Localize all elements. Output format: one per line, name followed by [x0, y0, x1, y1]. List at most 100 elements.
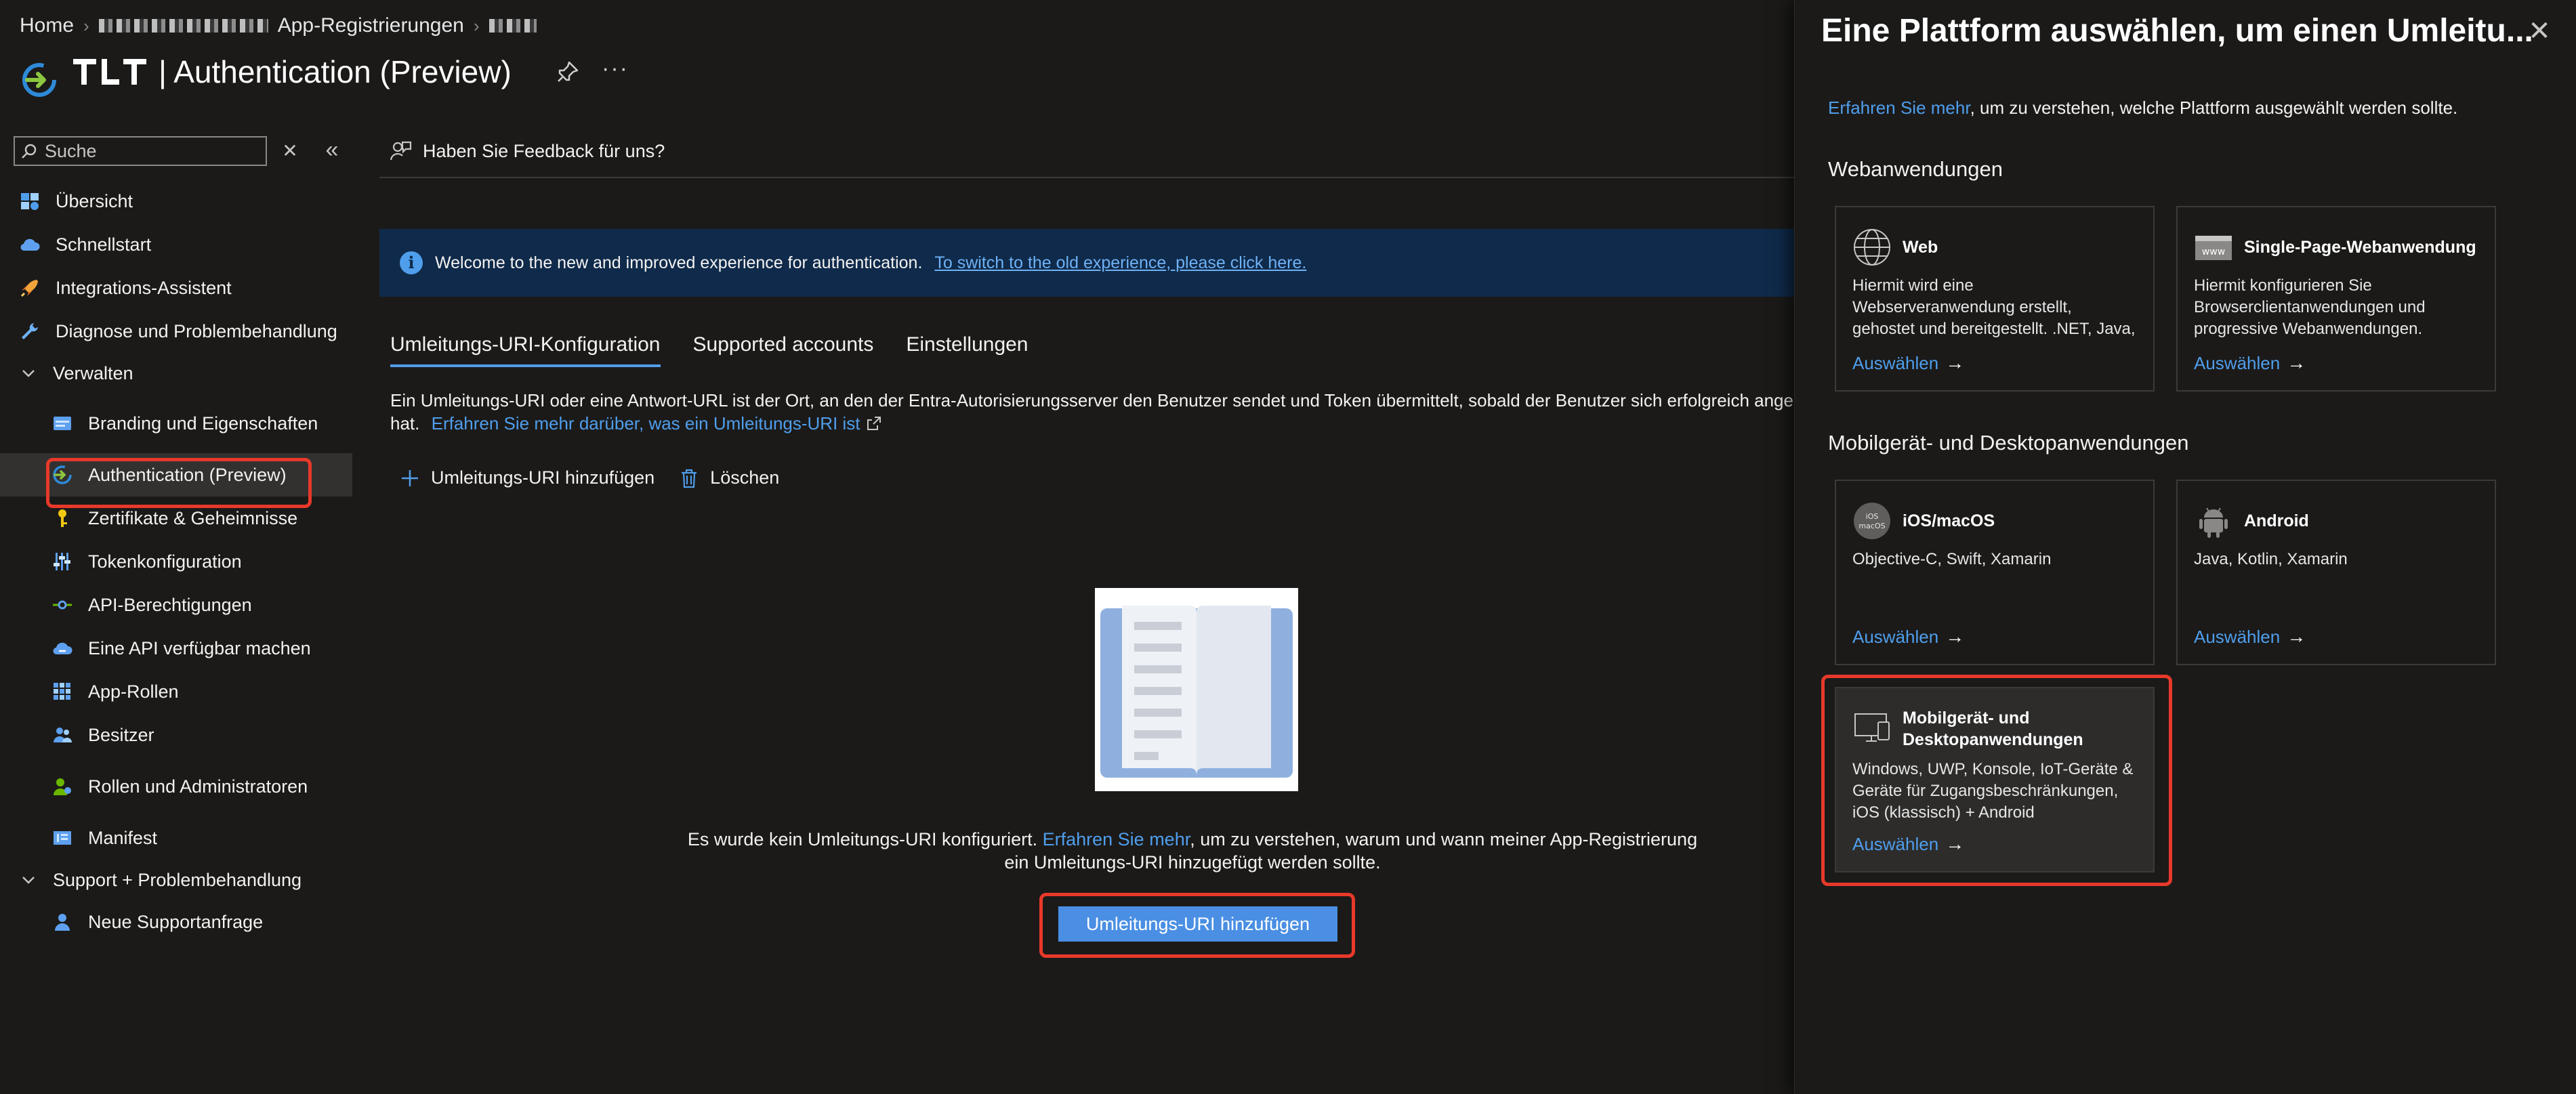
- section-web-applications: Webanwendungen: [1828, 157, 2003, 181]
- external-link-icon: [867, 417, 881, 430]
- svg-text:macOS: macOS: [1858, 522, 1885, 530]
- sidebar-item-label: Diagnose und Problembehandlung: [56, 321, 337, 341]
- sidebar-item-diagnose[interactable]: Diagnose und Problembehandlung: [0, 310, 352, 353]
- delete-command[interactable]: Löschen: [679, 467, 779, 488]
- panel-intro-text: , um zu verstehen, welche Plattform ausg…: [1970, 98, 2458, 118]
- chevron-down-icon: [22, 370, 35, 377]
- select-label: Auswählen: [2194, 352, 2281, 373]
- sidebar-item-label: Tokenkonfiguration: [88, 551, 242, 572]
- description-line-1: Ein Umleitungs-URI oder eine Antwort-URL…: [390, 390, 1804, 411]
- select-spa-link[interactable]: Auswählen →: [2194, 352, 2306, 374]
- cloud-icon: [20, 238, 40, 251]
- sidebar-item-certificates[interactable]: Zertifikate & Geheimnisse: [0, 497, 352, 540]
- plus-icon: [402, 469, 418, 486]
- redirect-uri-description: Ein Umleitungs-URI oder eine Antwort-URL…: [390, 389, 1804, 435]
- close-icon[interactable]: ✕: [2526, 18, 2553, 45]
- breadcrumb-home[interactable]: Home: [20, 14, 74, 37]
- redacted-tenant-name: [98, 19, 268, 33]
- sidebar-group-support[interactable]: Support + Problembehandlung: [0, 860, 352, 900]
- authentication-icon: [53, 465, 72, 484]
- svg-text:iOS: iOS: [1866, 512, 1879, 521]
- sidebar-item-roles-admins[interactable]: Rollen und Administratoren: [0, 757, 352, 816]
- empty-text-1: Es wurde kein Umleitungs-URI konfigurier…: [687, 829, 1038, 849]
- rocket-icon: [20, 280, 38, 297]
- learn-more-redirect-uri-link[interactable]: Erfahren Sie mehr darüber, was ein Umlei…: [432, 413, 860, 434]
- banner-switch-link[interactable]: To switch to the old experience, please …: [934, 253, 1306, 273]
- add-redirect-uri-command[interactable]: Umleitungs-URI hinzufügen: [400, 467, 655, 488]
- card-description: Java, Kotlin, Xamarin: [2194, 550, 2348, 568]
- sidebar-item-owners[interactable]: Besitzer: [0, 713, 352, 757]
- sidebar-item-expose-api[interactable]: Eine API verfügbar machen: [0, 627, 352, 670]
- breadcrumb-app-registrations[interactable]: App-Registrierungen: [278, 14, 464, 37]
- sidebar-item-label: Schnellstart: [56, 234, 152, 255]
- platform-card-mobile-desktop[interactable]: Mobilgerät- und Desktopanwendungen Windo…: [1835, 687, 2155, 872]
- www-icon: www: [2195, 236, 2232, 260]
- arrow-right-icon: →: [1945, 626, 1965, 647]
- more-options-icon[interactable]: ···: [602, 57, 629, 85]
- description-line-2: hat.: [390, 413, 420, 434]
- breadcrumb-separator: ›: [83, 15, 89, 36]
- info-icon: i: [400, 251, 423, 274]
- sidebar-item-label: Integrations-Assistent: [56, 278, 232, 298]
- select-label: Auswählen: [1852, 833, 1939, 854]
- app-authentication-icon: [22, 63, 56, 97]
- tab-settings[interactable]: Einstellungen: [906, 333, 1028, 367]
- sidebar-item-api-permissions[interactable]: API-Berechtigungen: [0, 583, 352, 627]
- sidebar-item-branding[interactable]: Branding und Eigenschaften: [0, 394, 352, 453]
- platform-card-ios-macos[interactable]: iOS macOS iOS/macOS Objective-C, Swift, …: [1835, 480, 2155, 665]
- add-command-label: Umleitungs-URI hinzufügen: [431, 467, 655, 488]
- page-title-row: | Authentication (Preview): [73, 51, 512, 92]
- key-icon: [58, 509, 67, 527]
- sidebar-group-manage[interactable]: Verwalten: [0, 353, 352, 394]
- empty-learn-more-link[interactable]: Erfahren Sie mehr: [1043, 829, 1190, 849]
- sidebar-item-quickstart[interactable]: Schnellstart: [0, 223, 352, 266]
- panel-learn-more-link[interactable]: Erfahren Sie mehr: [1828, 98, 1970, 118]
- sidebar-item-authentication[interactable]: Authentication (Preview): [0, 453, 352, 497]
- sidebar-search: [14, 136, 267, 166]
- trash-icon: [682, 469, 697, 488]
- feedback-link[interactable]: Haben Sie Feedback für uns?: [389, 135, 665, 167]
- platform-card-android[interactable]: Android Java, Kotlin, Xamarin Auswählen →: [2176, 480, 2496, 665]
- platform-card-web[interactable]: Web Hiermit wird eine Webserveranwendung…: [1835, 206, 2155, 392]
- select-web-link[interactable]: Auswählen →: [1852, 352, 1964, 374]
- sidebar-item-manifest[interactable]: Manifest: [0, 816, 352, 860]
- sidebar-item-token-configuration[interactable]: Tokenkonfiguration: [0, 540, 352, 583]
- select-android-link[interactable]: Auswählen →: [2194, 626, 2306, 648]
- platform-card-spa[interactable]: www Single-Page-Webanwendung Hiermit kon…: [2176, 206, 2496, 392]
- sidebar-item-label: Authentication (Preview): [88, 465, 287, 485]
- card-description: Objective-C, Swift, Xamarin: [1852, 550, 2052, 568]
- select-label: Auswählen: [1852, 626, 1939, 647]
- card-description: Hiermit wird eine Webserveranwendung ers…: [1852, 276, 2136, 338]
- collapse-sidebar-icon[interactable]: «: [321, 138, 343, 163]
- sidebar-item-label: App-Rollen: [88, 681, 179, 702]
- feedback-icon: [390, 141, 412, 161]
- add-redirect-uri-button[interactable]: Umleitungs-URI hinzufügen: [1058, 906, 1337, 942]
- sidebar-group-label: Verwalten: [53, 363, 133, 383]
- sidebar-item-label: API-Berechtigungen: [88, 595, 252, 615]
- manifest-icon: [54, 831, 71, 845]
- divider: [379, 177, 1802, 178]
- tab-redirect-uri-configuration[interactable]: Umleitungs-URI-Konfiguration: [390, 333, 661, 367]
- sidebar-item-overview[interactable]: Übersicht: [0, 180, 352, 223]
- page-title: | Authentication (Preview): [159, 54, 512, 89]
- breadcrumb-separator: ›: [473, 15, 480, 36]
- select-mobile-desktop-link[interactable]: Auswählen →: [1852, 833, 1964, 855]
- search-input[interactable]: [43, 140, 263, 163]
- sidebar-item-label: Übersicht: [56, 191, 133, 211]
- pin-icon[interactable]: [554, 58, 581, 85]
- svg-text:www: www: [2202, 247, 2225, 257]
- desktop-icon: [1854, 713, 1890, 742]
- tab-bar: Umleitungs-URI-Konfiguration Supported a…: [390, 333, 1029, 367]
- command-bar: Umleitungs-URI hinzufügen Löschen: [400, 467, 779, 488]
- sidebar-group-label: Support + Problembehandlung: [53, 870, 302, 890]
- sidebar-item-new-support-request[interactable]: Neue Supportanfrage: [0, 900, 352, 944]
- tab-supported-accounts[interactable]: Supported accounts: [693, 333, 874, 367]
- select-ios-link[interactable]: Auswählen →: [1852, 626, 1964, 648]
- sidebar-item-app-roles[interactable]: App-Rollen: [0, 670, 352, 713]
- arrow-right-icon: →: [1945, 352, 1965, 373]
- panel-intro: Erfahren Sie mehr, um zu verstehen, welc…: [1828, 98, 2457, 119]
- chevron-down-icon: [22, 877, 35, 884]
- clear-search-icon[interactable]: ✕: [281, 140, 299, 163]
- sidebar-item-integration-assistant[interactable]: Integrations-Assistent: [0, 266, 352, 310]
- wrench-icon: [22, 323, 38, 339]
